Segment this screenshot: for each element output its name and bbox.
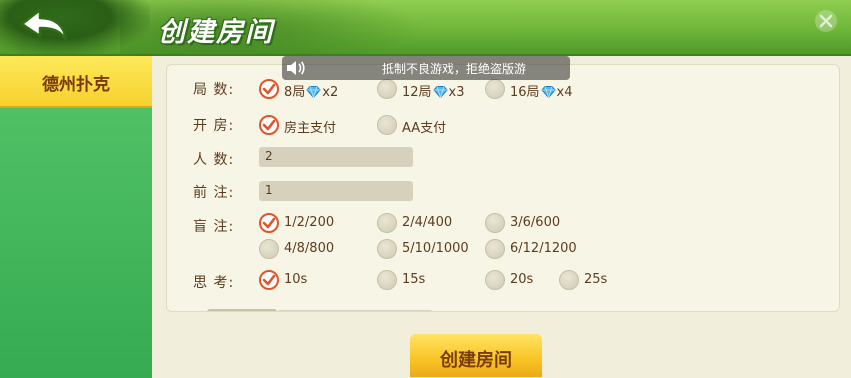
radio-unchecked <box>485 79 505 99</box>
think-option-label: 20s <box>510 272 534 287</box>
notice-text: 抵制不良游戏，拒绝盗版游 <box>382 62 527 76</box>
diamond-icon <box>306 86 321 98</box>
radio-checked <box>259 213 279 233</box>
blinds-option-label: 6/12/1200 <box>510 241 577 256</box>
radio-unchecked <box>377 239 397 259</box>
ante-field[interactable]: 1 <box>259 181 413 201</box>
payment-label: 开 房: <box>193 118 235 134</box>
rounds-option-mult: x4 <box>556 85 573 100</box>
rounds-option-mult: x2 <box>322 85 339 100</box>
check-icon <box>262 83 276 95</box>
sidebar-tab-label: 德州扑克 <box>42 75 110 95</box>
players-field[interactable]: 2 <box>259 147 413 167</box>
rounds-option-mult: x3 <box>448 85 465 100</box>
blinds-option-label: 1/2/200 <box>284 215 335 230</box>
rounds-option-label: 8局 <box>284 85 306 100</box>
rounds-option-label: 16局 <box>510 85 540 100</box>
cutoff-row-field <box>277 310 433 311</box>
players-label: 人 数: <box>193 152 235 168</box>
create-room-button[interactable]: 创建房间 <box>410 334 542 378</box>
main-content: 局 数: 8局 x2 12局 x3 16局 x4 开 房: 房主支付 AA支付 … <box>152 56 851 378</box>
game-sidebar: 德州扑克 <box>0 56 152 378</box>
radio-unchecked <box>485 213 505 233</box>
radio-unchecked <box>377 270 397 290</box>
create-room-label: 创建房间 <box>440 350 512 371</box>
radio-checked <box>259 115 279 135</box>
rounds-label: 局 数: <box>193 82 235 98</box>
think-option-label: 10s <box>284 272 308 287</box>
header-bar: 创建房间 <box>0 0 851 56</box>
notice-banner: 抵制不良游戏，拒绝盗版游 <box>282 56 570 80</box>
check-icon <box>262 274 276 286</box>
rounds-option-label: 12局 <box>402 85 432 100</box>
radio-checked <box>259 270 279 290</box>
payment-option-label: 房主支付 <box>284 121 337 136</box>
blinds-option-label: 4/8/800 <box>284 241 335 256</box>
rules-panel: 局 数: 8局 x2 12局 x3 16局 x4 开 房: 房主支付 AA支付 … <box>166 64 840 312</box>
ante-label: 前 注: <box>193 185 235 201</box>
blinds-option-label: 3/6/600 <box>510 215 561 230</box>
radio-unchecked <box>485 239 505 259</box>
radio-unchecked <box>377 115 397 135</box>
page-title: 创建房间 <box>158 17 274 48</box>
diamond-icon <box>432 86 448 98</box>
radio-checked <box>259 79 279 99</box>
think-option-label: 15s <box>402 272 426 287</box>
sidebar-tab-texas-holdem[interactable]: 德州扑克 <box>0 56 152 108</box>
speaker-icon <box>287 61 305 75</box>
blinds-label: 盲 注: <box>193 219 235 235</box>
blinds-option-label: 5/10/1000 <box>402 241 469 256</box>
back-arrow-icon <box>20 8 68 42</box>
think-label: 思 考: <box>193 275 235 291</box>
check-icon <box>262 217 276 229</box>
radio-unchecked <box>377 213 397 233</box>
back-button[interactable] <box>18 6 72 46</box>
think-option-label: 25s <box>584 272 608 287</box>
check-icon <box>262 119 276 131</box>
radio-unchecked <box>377 79 397 99</box>
payment-option-label: AA支付 <box>402 121 447 136</box>
radio-unchecked <box>485 270 505 290</box>
blinds-option-label: 2/4/400 <box>402 215 453 230</box>
cutoff-row-label <box>207 309 277 311</box>
close-icon[interactable] <box>813 8 839 34</box>
radio-unchecked <box>259 239 279 259</box>
radio-unchecked <box>559 270 579 290</box>
diamond-icon <box>540 86 556 98</box>
